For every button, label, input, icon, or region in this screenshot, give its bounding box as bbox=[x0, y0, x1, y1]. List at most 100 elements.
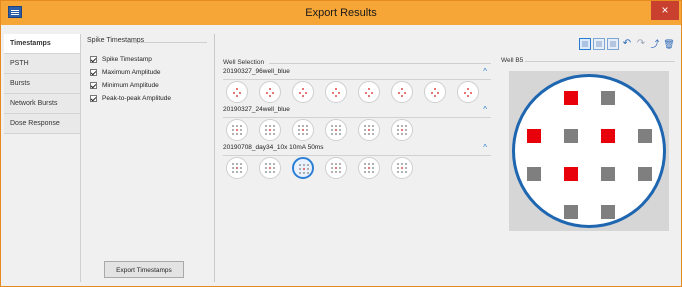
electrode-dot bbox=[467, 88, 469, 90]
well-button[interactable] bbox=[391, 119, 413, 141]
well-button[interactable] bbox=[226, 81, 248, 103]
inactive-electrode[interactable] bbox=[638, 167, 652, 181]
electrode-dot bbox=[335, 125, 337, 127]
electrode-dot bbox=[335, 163, 337, 165]
electrode-dot bbox=[302, 133, 304, 135]
active-electrode[interactable] bbox=[527, 129, 541, 143]
electrode-dot bbox=[434, 88, 436, 90]
undo-icon[interactable]: ↶ bbox=[621, 38, 633, 50]
electrode-dot bbox=[273, 133, 275, 135]
electrode-dot bbox=[299, 92, 301, 94]
well-button[interactable] bbox=[391, 157, 413, 179]
active-electrode[interactable] bbox=[564, 91, 578, 105]
electrode-dot bbox=[298, 129, 300, 131]
well-button[interactable] bbox=[292, 81, 314, 103]
well-button[interactable] bbox=[292, 157, 314, 179]
electrode-dot bbox=[401, 133, 403, 135]
electrode-dot bbox=[368, 171, 370, 173]
well-button[interactable] bbox=[226, 119, 248, 141]
electrode-dot bbox=[464, 92, 466, 94]
inactive-electrode[interactable] bbox=[527, 167, 541, 181]
plate-name: 20190327_24well_blue bbox=[223, 106, 290, 113]
inactive-electrode[interactable] bbox=[601, 205, 615, 219]
electrode-dot bbox=[364, 163, 366, 165]
inactive-electrode[interactable] bbox=[564, 205, 578, 219]
well-button[interactable] bbox=[325, 157, 347, 179]
electrode-dot bbox=[232, 133, 234, 135]
electrode-dot bbox=[265, 133, 267, 135]
close-button[interactable]: × bbox=[651, 1, 679, 20]
option-maximum-amplitude[interactable]: Maximum Amplitude bbox=[90, 67, 161, 77]
inactive-electrode[interactable] bbox=[601, 91, 615, 105]
inactive-electrode[interactable] bbox=[638, 129, 652, 143]
electrode-dot bbox=[236, 129, 238, 131]
inactive-electrode[interactable] bbox=[564, 129, 578, 143]
electrode-dot bbox=[307, 168, 309, 170]
electrode-dot bbox=[398, 92, 400, 94]
option-spike-timestamp[interactable]: Spike Timestamp bbox=[90, 54, 152, 64]
redo-icon[interactable]: ↷ bbox=[635, 38, 647, 50]
chevron-up-icon[interactable]: ^ bbox=[483, 143, 487, 152]
electrode-dot bbox=[338, 92, 340, 94]
electrode-dot bbox=[273, 129, 275, 131]
electrode-dot bbox=[372, 125, 374, 127]
well-button[interactable] bbox=[391, 81, 413, 103]
plate-header-96well[interactable]: 20190327_96well_blue ^ bbox=[223, 67, 491, 78]
well-button[interactable] bbox=[259, 81, 281, 103]
electrode-dot bbox=[273, 167, 275, 169]
title-bar: Export Results × bbox=[1, 1, 681, 25]
well-button[interactable] bbox=[259, 119, 281, 141]
electrode-dot bbox=[273, 163, 275, 165]
well-button[interactable] bbox=[259, 157, 281, 179]
plate-header-day34[interactable]: 20190708_day34_10x 10mA 50ms ^ bbox=[223, 143, 491, 154]
electrode-dot bbox=[302, 95, 304, 97]
export-timestamps-button[interactable]: Export Timestamps bbox=[104, 261, 184, 278]
well-selection-label: Well Selection bbox=[223, 59, 265, 66]
grid-view-icon[interactable] bbox=[593, 38, 605, 50]
well-button[interactable] bbox=[226, 157, 248, 179]
well-button[interactable] bbox=[358, 81, 380, 103]
active-electrode[interactable] bbox=[564, 167, 578, 181]
well-button[interactable] bbox=[457, 81, 479, 103]
electrode-dot bbox=[273, 125, 275, 127]
tab-timestamps[interactable]: Timestamps bbox=[4, 34, 80, 54]
active-electrode[interactable] bbox=[601, 129, 615, 143]
option-minimum-amplitude[interactable]: Minimum Amplitude bbox=[90, 80, 159, 90]
well-button[interactable] bbox=[424, 81, 446, 103]
toolbar: ↶ ↷ ⤴ 🗑 bbox=[579, 38, 675, 50]
electrode-dot bbox=[272, 92, 274, 94]
electrode-dot bbox=[265, 125, 267, 127]
electrode-dot bbox=[240, 129, 242, 131]
tab-bursts[interactable]: Bursts bbox=[4, 74, 80, 94]
checkbox-peak-to-peak-amplitude[interactable] bbox=[90, 94, 97, 102]
grid-view-icon[interactable] bbox=[607, 38, 619, 50]
well-button[interactable] bbox=[358, 119, 380, 141]
option-label: Maximum Amplitude bbox=[102, 68, 161, 76]
checkbox-maximum-amplitude[interactable] bbox=[90, 68, 97, 76]
plate-divider bbox=[223, 155, 491, 156]
electrode-dot bbox=[240, 163, 242, 165]
chevron-up-icon[interactable]: ^ bbox=[483, 67, 487, 76]
window-title: Export Results bbox=[305, 7, 377, 19]
tab-dose-response[interactable]: Dose Response bbox=[4, 114, 80, 134]
option-peak-to-peak-amplitude[interactable]: Peak-to-peak Amplitude bbox=[90, 93, 171, 103]
electrode-dot bbox=[306, 129, 308, 131]
chevron-up-icon[interactable]: ^ bbox=[483, 105, 487, 114]
electrode-dot bbox=[467, 95, 469, 97]
electrode-dot bbox=[339, 171, 341, 173]
inactive-electrode[interactable] bbox=[601, 167, 615, 181]
well-button[interactable] bbox=[325, 81, 347, 103]
grid-view-icon[interactable] bbox=[579, 38, 591, 50]
electrode-dot bbox=[269, 88, 271, 90]
checkbox-minimum-amplitude[interactable] bbox=[90, 81, 97, 89]
electrode-dot bbox=[233, 92, 235, 94]
tab-network-bursts[interactable]: Network Bursts bbox=[4, 94, 80, 114]
tab-psth[interactable]: PSTH bbox=[4, 54, 80, 74]
well-button[interactable] bbox=[358, 157, 380, 179]
plate-header-24well[interactable]: 20190327_24well_blue ^ bbox=[223, 105, 491, 116]
well-button[interactable] bbox=[325, 119, 347, 141]
export-icon[interactable]: ⤴ bbox=[649, 38, 661, 50]
checkbox-spike-timestamp[interactable] bbox=[90, 55, 97, 63]
well-button[interactable] bbox=[292, 119, 314, 141]
delete-icon[interactable]: 🗑 bbox=[663, 38, 675, 50]
